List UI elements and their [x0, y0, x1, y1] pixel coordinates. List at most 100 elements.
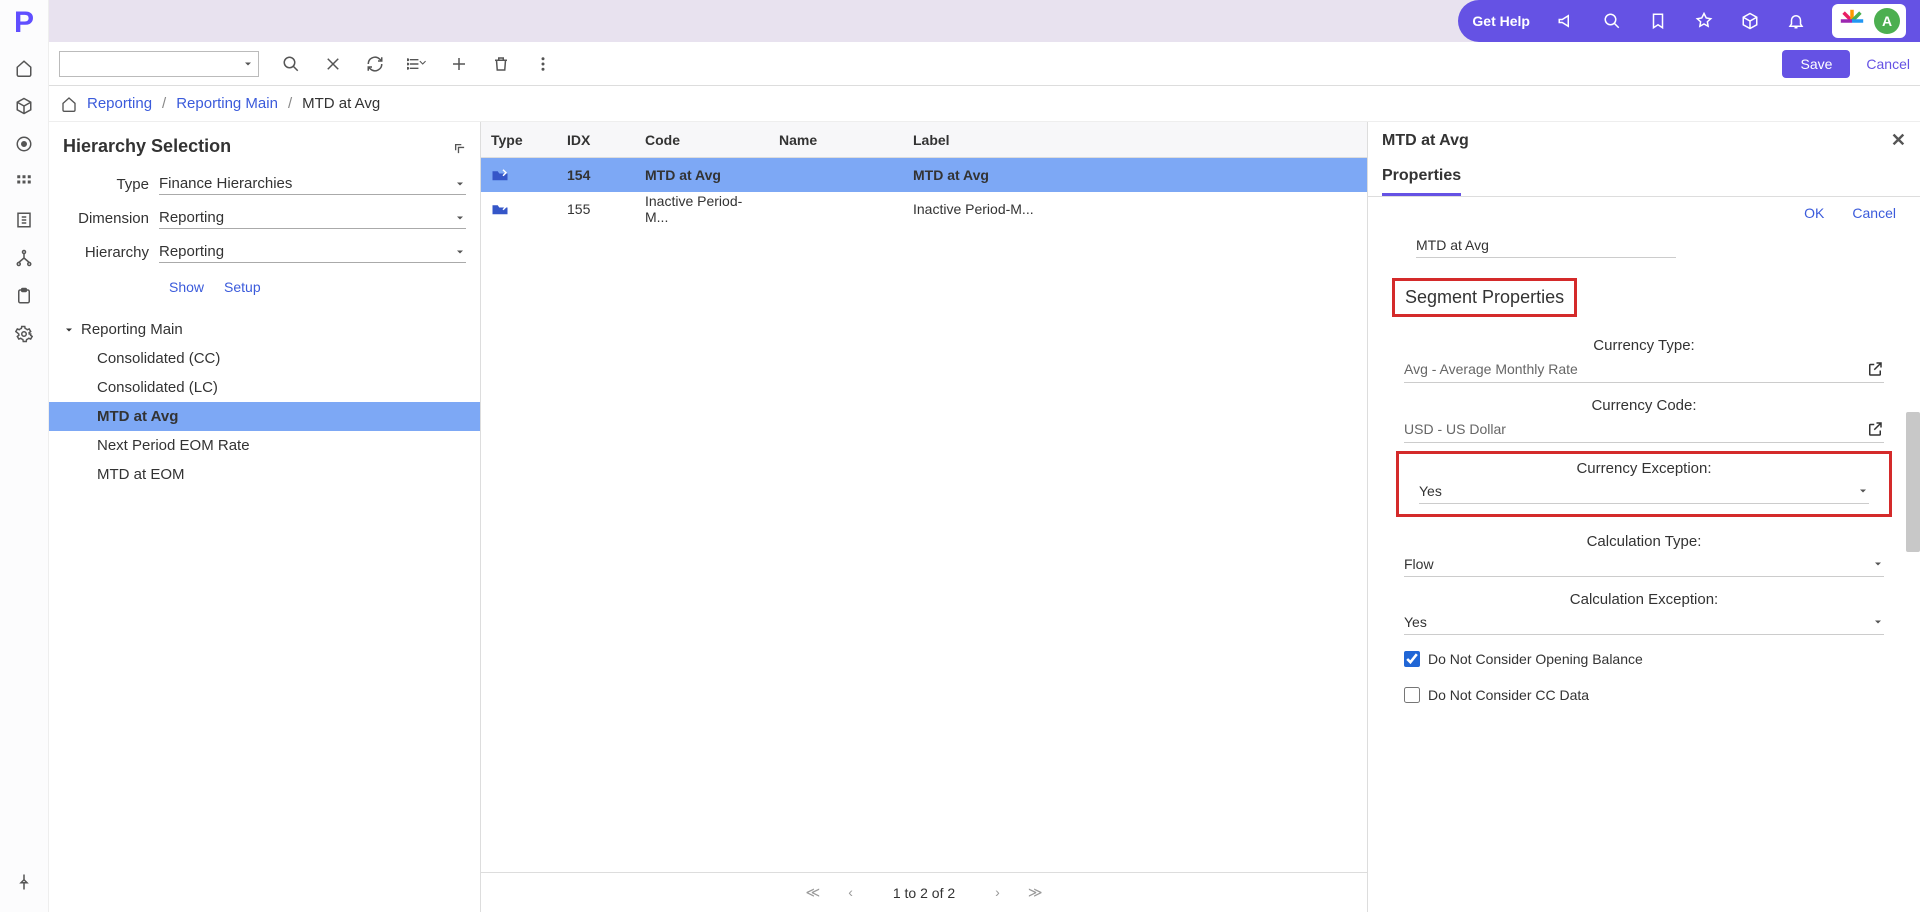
setup-link[interactable]: Setup	[224, 279, 261, 295]
calculation-exception-label: Calculation Exception:	[1392, 583, 1896, 608]
pin-icon[interactable]	[14, 872, 34, 892]
chevron-down-icon	[1872, 558, 1884, 570]
cc-data-checkbox-row[interactable]: Do Not Consider CC Data	[1392, 677, 1896, 713]
type-label: Type	[63, 176, 159, 193]
breadcrumb-level2[interactable]: Reporting Main	[176, 95, 278, 112]
dimension-label: Dimension	[63, 210, 159, 227]
tree-item[interactable]: Consolidated (CC)	[49, 344, 480, 373]
table-header: Type IDX Code Name Label	[481, 122, 1367, 158]
opening-balance-label: Do Not Consider Opening Balance	[1428, 651, 1643, 667]
search-icon[interactable]	[1602, 11, 1622, 31]
currency-type-field[interactable]: Avg - Average Monthly Rate	[1404, 358, 1884, 383]
target-icon[interactable]	[14, 134, 34, 154]
clipboard-icon[interactable]	[14, 286, 34, 306]
refresh-icon[interactable]	[365, 54, 385, 74]
opening-balance-checkbox[interactable]	[1404, 651, 1420, 667]
close-icon[interactable]: ✕	[1891, 130, 1906, 151]
calculation-type-select[interactable]: Flow	[1404, 554, 1884, 577]
collapse-icon[interactable]	[450, 139, 466, 155]
show-link[interactable]: Show	[169, 279, 204, 295]
close-icon[interactable]	[323, 54, 343, 74]
caret-down-icon	[63, 324, 75, 336]
dimension-select[interactable]: Reporting	[159, 207, 466, 229]
left-rail: P	[0, 0, 49, 912]
grid-icon[interactable]	[14, 172, 34, 192]
hierarchy-select[interactable]: Reporting	[159, 241, 466, 263]
more-icon[interactable]	[533, 54, 553, 74]
tree-item[interactable]: MTD at Avg	[49, 402, 480, 431]
cancel-link[interactable]: Cancel	[1866, 56, 1910, 72]
breadcrumb-level1[interactable]: Reporting	[87, 95, 152, 112]
megaphone-icon[interactable]	[1556, 11, 1576, 31]
gear-icon[interactable]	[14, 324, 34, 344]
th-name[interactable]: Name	[769, 132, 903, 148]
cc-data-checkbox[interactable]	[1404, 687, 1420, 703]
breadcrumb: Reporting / Reporting Main / MTD at Avg	[49, 86, 1920, 122]
save-button[interactable]: Save	[1782, 50, 1850, 78]
get-help-link[interactable]: Get Help	[1472, 13, 1530, 29]
home-icon[interactable]	[14, 58, 34, 78]
th-type[interactable]: Type	[481, 132, 557, 148]
list-icon[interactable]	[407, 54, 427, 74]
table-panel: Type IDX Code Name Label 154MTD at AvgMT…	[481, 122, 1368, 912]
tree-item[interactable]: Consolidated (LC)	[49, 373, 480, 402]
table-row[interactable]: 154MTD at AvgMTD at Avg	[481, 158, 1367, 192]
tree-item[interactable]: Next Period EOM Rate	[49, 431, 480, 460]
type-select[interactable]: Finance Hierarchies	[159, 173, 466, 195]
bookmark-icon[interactable]	[1648, 11, 1668, 31]
table-row[interactable]: 155Inactive Period-M...Inactive Period-M…	[481, 192, 1367, 226]
pager-next-icon[interactable]: ›	[995, 884, 1000, 901]
delete-icon[interactable]	[491, 54, 511, 74]
tab-properties[interactable]: Properties	[1382, 163, 1461, 196]
compass-icon[interactable]	[1694, 11, 1714, 31]
currency-code-label: Currency Code:	[1392, 389, 1896, 414]
app-logo: P	[14, 6, 34, 40]
th-idx[interactable]: IDX	[557, 132, 635, 148]
folder-arrow-icon	[491, 202, 547, 216]
currency-exception-label: Currency Exception:	[1407, 460, 1881, 477]
cc-data-label: Do Not Consider CC Data	[1428, 687, 1589, 703]
currency-exception-select[interactable]: Yes	[1419, 481, 1869, 504]
cube-icon[interactable]	[14, 96, 34, 116]
avatar[interactable]: A	[1874, 8, 1900, 34]
chevron-down-icon	[1872, 616, 1884, 628]
bell-icon[interactable]	[1786, 11, 1806, 31]
ok-link[interactable]: OK	[1804, 205, 1824, 221]
breadcrumb-current: MTD at Avg	[302, 95, 380, 112]
quick-search-dropdown[interactable]	[59, 51, 259, 77]
hierarchy-icon[interactable]	[14, 248, 34, 268]
search-icon[interactable]	[281, 54, 301, 74]
segment-properties-heading: Segment Properties	[1392, 278, 1577, 317]
building-icon[interactable]	[14, 210, 34, 230]
calculation-exception-select[interactable]: Yes	[1404, 612, 1884, 635]
box-icon[interactable]	[1740, 11, 1760, 31]
hierarchy-title: Hierarchy Selection	[63, 136, 231, 157]
cancel-link[interactable]: Cancel	[1852, 205, 1896, 221]
pager-last-icon[interactable]: ≫	[1028, 884, 1043, 901]
tree-item[interactable]: MTD at EOM	[49, 460, 480, 489]
profile-box[interactable]: A	[1832, 4, 1906, 38]
pager-first-icon[interactable]: ≪	[806, 884, 821, 901]
add-icon[interactable]	[449, 54, 469, 74]
th-code[interactable]: Code	[635, 132, 769, 148]
external-link-icon[interactable]	[1866, 420, 1884, 438]
folder-arrow-icon	[491, 168, 547, 182]
th-label[interactable]: Label	[903, 132, 1367, 148]
pager-prev-icon[interactable]: ‹	[848, 884, 853, 901]
scrollbar-thumb[interactable]	[1906, 412, 1920, 552]
currency-code-field[interactable]: USD - US Dollar	[1404, 418, 1884, 443]
opening-balance-checkbox-row[interactable]: Do Not Consider Opening Balance	[1392, 641, 1896, 677]
calculation-type-label: Calculation Type:	[1392, 525, 1896, 550]
home-icon[interactable]	[61, 96, 77, 112]
tree-root[interactable]: Reporting Main	[49, 315, 480, 344]
topbar: Get Help A	[49, 0, 1920, 42]
name-field[interactable]: MTD at Avg	[1416, 233, 1676, 258]
external-link-icon[interactable]	[1866, 360, 1884, 378]
pager-text: 1 to 2 of 2	[893, 885, 955, 901]
currency-exception-highlight: Currency Exception: Yes	[1396, 451, 1892, 517]
tree: Reporting Main Consolidated (CC)Consolid…	[49, 305, 480, 499]
action-toolbar: Save Cancel	[49, 42, 1920, 86]
currency-type-label: Currency Type:	[1392, 329, 1896, 354]
table-footer: ≪ ‹ 1 to 2 of 2 › ≫	[481, 872, 1367, 912]
hierarchy-panel: Hierarchy Selection Type Finance Hierarc…	[49, 122, 481, 912]
